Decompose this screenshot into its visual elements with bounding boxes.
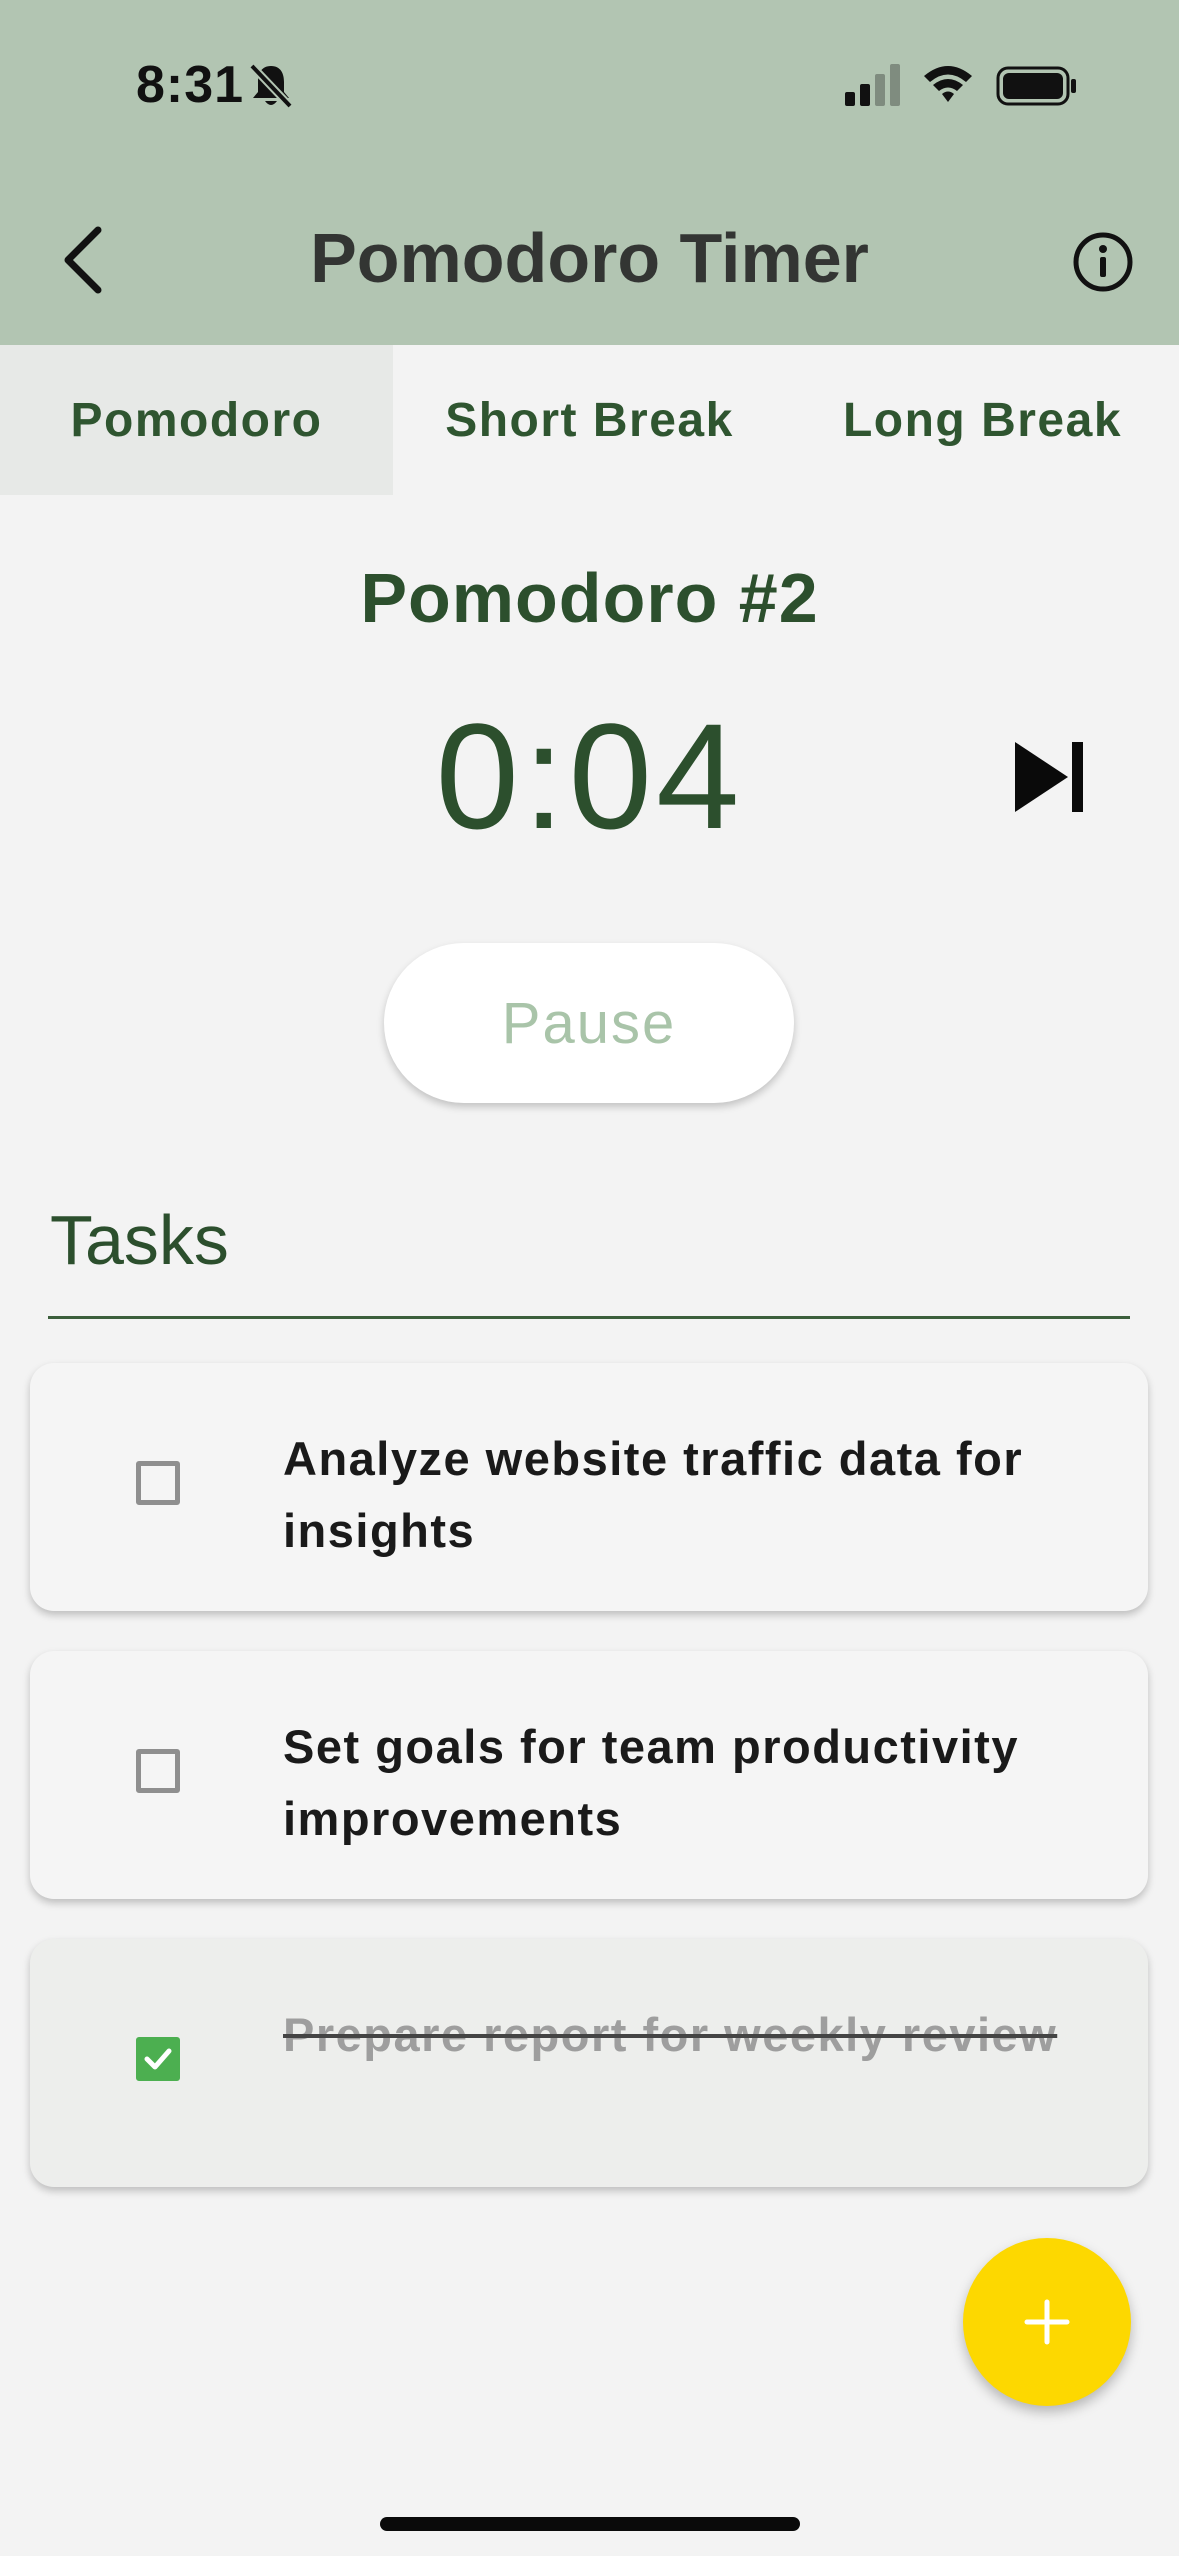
task-text: Prepare report for weekly review	[283, 2008, 1058, 2061]
task-checkbox[interactable]	[136, 1749, 180, 1793]
battery-icon	[996, 66, 1076, 106]
add-task-button[interactable]	[963, 2238, 1131, 2406]
home-indicator[interactable]	[380, 2517, 800, 2531]
pause-button[interactable]: Pause	[384, 943, 794, 1103]
info-icon[interactable]	[1072, 231, 1134, 293]
app-header: 8:31 Pomodoro Timer	[0, 0, 1179, 345]
task-card[interactable]: Set goals for team productivity improvem…	[30, 1651, 1148, 1899]
bell-slash-icon	[249, 63, 293, 109]
plus-icon	[1024, 2299, 1070, 2345]
page-title: Pomodoro Timer	[310, 219, 869, 297]
tasks-heading: Tasks	[50, 1201, 229, 1279]
divider	[48, 1316, 1130, 1319]
check-icon	[144, 2048, 172, 2070]
task-text: Set goals for team productivity improvem…	[283, 1720, 1019, 1845]
timer-display: 0:04	[435, 692, 744, 860]
task-text: Analyze website traffic data for insight…	[283, 1432, 1024, 1557]
status-time: 8:31	[136, 56, 245, 114]
task-card[interactable]: Prepare report for weekly review	[30, 1939, 1148, 2187]
wifi-icon	[924, 66, 972, 102]
skip-next-icon[interactable]	[1010, 740, 1090, 814]
tab-long-break[interactable]: Long Break	[786, 345, 1179, 495]
tab-pomodoro[interactable]: Pomodoro	[0, 345, 393, 495]
task-card[interactable]: Analyze website traffic data for insight…	[30, 1363, 1148, 1611]
session-title: Pomodoro #2	[360, 559, 819, 637]
mode-tabs: Pomodoro Short Break Long Break	[0, 345, 1179, 495]
task-checkbox[interactable]	[136, 2037, 180, 2081]
signal-icon	[845, 64, 900, 106]
tab-short-break[interactable]: Short Break	[393, 345, 786, 495]
task-checkbox[interactable]	[136, 1461, 180, 1505]
